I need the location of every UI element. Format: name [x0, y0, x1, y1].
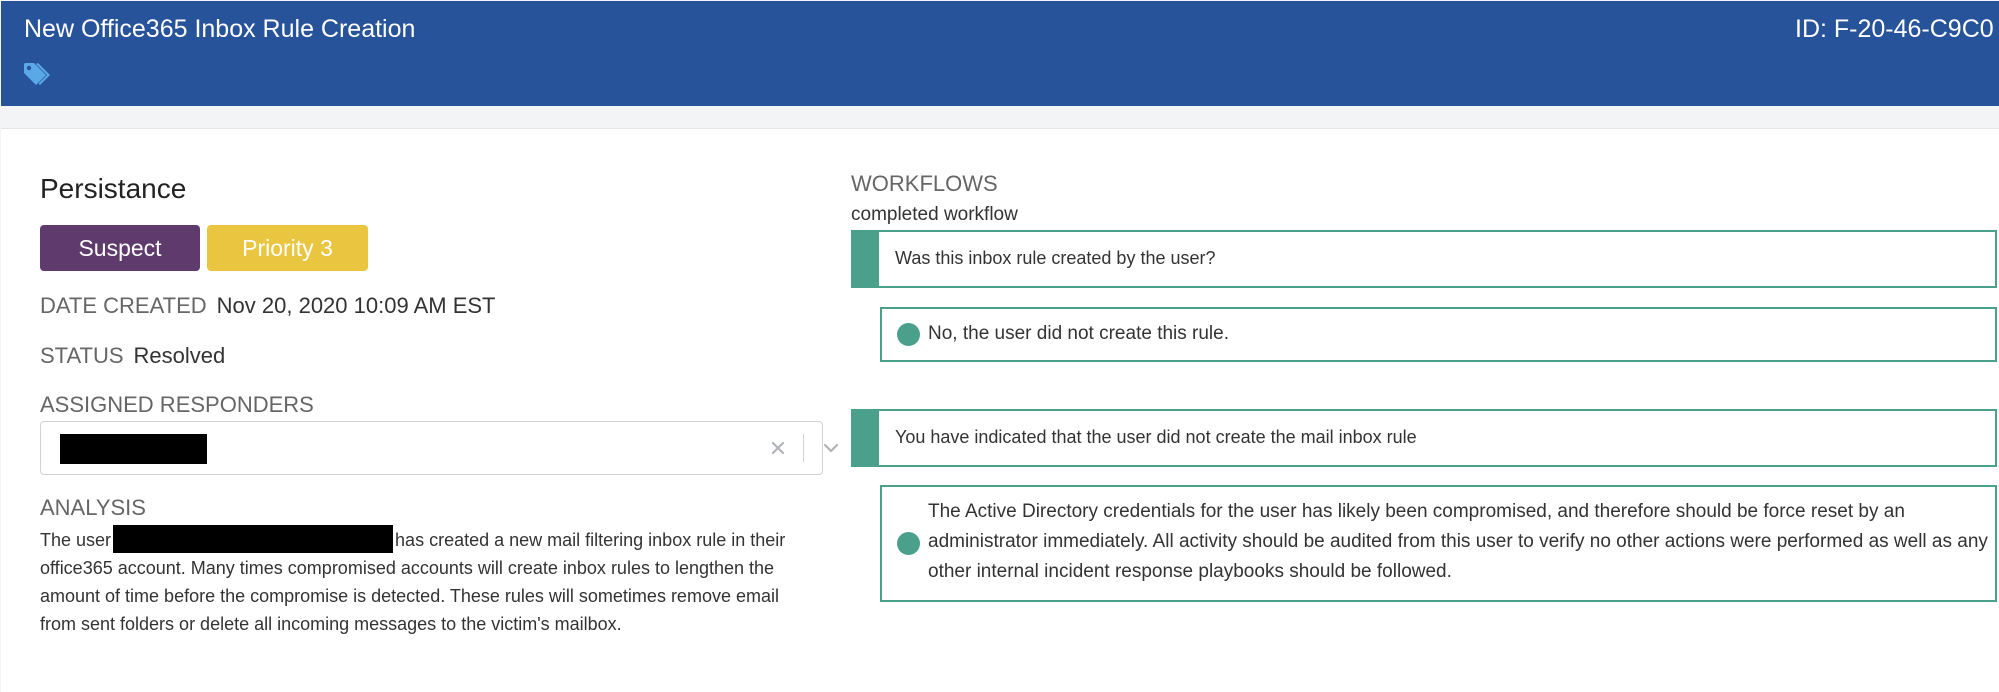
date-created-label: DATE CREATED: [40, 293, 207, 318]
analysis-label: ANALYSIS: [40, 495, 146, 520]
date-created-field: DATE CREATED Nov 20, 2020 10:09 AM EST: [40, 293, 496, 319]
status-field: STATUS Resolved: [40, 343, 225, 369]
workflow-answer-text: The Active Directory credentials for the…: [928, 501, 1988, 582]
workflows-title: WORKFLOWS: [851, 171, 998, 196]
status-label: STATUS: [40, 343, 124, 368]
incident-title: New Office365 Inbox Rule Creation: [24, 15, 416, 43]
suspect-badge: Suspect: [40, 225, 200, 271]
assigned-responders-label: ASSIGNED RESPONDERS: [40, 392, 314, 417]
incident-category: Persistance: [40, 173, 187, 204]
date-created-value: Nov 20, 2020 10:09 AM EST: [216, 293, 496, 318]
assigned-responders-select[interactable]: [40, 421, 839, 475]
workflow-question-text: You have indicated that the user did not…: [895, 427, 1417, 447]
workflows-subtitle: completed workflow: [851, 204, 1018, 225]
tags-icon[interactable]: [22, 61, 54, 89]
incident-header: New Office365 Inbox Rule Creation ID: F-…: [1, 1, 1999, 106]
workflow-answer[interactable]: No, the user did not create this rule.: [880, 307, 1997, 362]
workflow-question: You have indicated that the user did not…: [851, 409, 1997, 467]
status-value: Resolved: [133, 343, 226, 368]
chevron-down-icon[interactable]: [820, 437, 842, 459]
redacted-username: [113, 525, 394, 553]
workflow-answer[interactable]: The Active Directory credentials for the…: [880, 485, 1997, 602]
incident-id: ID: F-20-46-C9C0: [1795, 15, 1994, 43]
workflow-question: Was this inbox rule created by the user?: [851, 230, 1997, 288]
answer-indicator-icon: [897, 532, 920, 555]
analysis-text-start: The user: [40, 530, 112, 550]
clear-icon[interactable]: [768, 438, 788, 458]
analysis-text: The user has created a new mail filtering…: [40, 525, 810, 638]
incident-detail-card: Persistance Suspect Priority 3 DATE CREA…: [1, 128, 1999, 692]
priority-badge: Priority 3: [207, 225, 368, 271]
redacted-responder: [60, 434, 207, 464]
workflow-answer-text: No, the user did not create this rule.: [928, 323, 1229, 344]
workflow-question-text: Was this inbox rule created by the user?: [895, 248, 1216, 268]
select-separator: [803, 434, 804, 462]
answer-indicator-icon: [897, 323, 920, 346]
